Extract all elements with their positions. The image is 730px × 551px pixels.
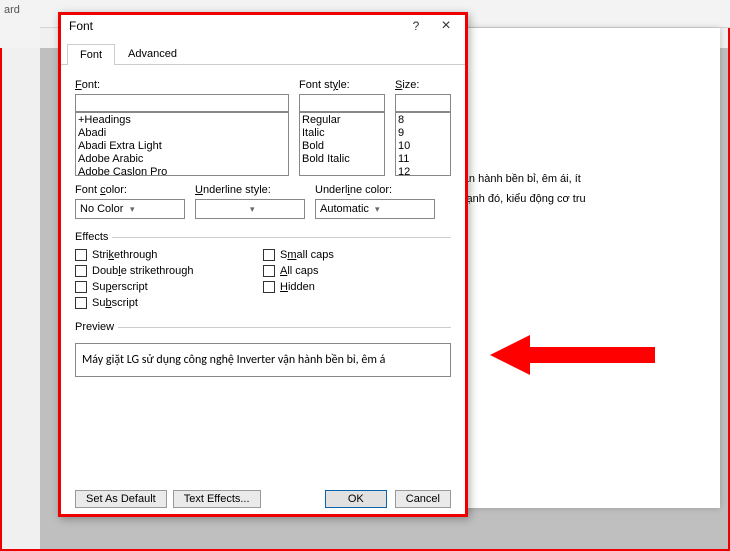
help-button[interactable]: ?	[401, 19, 431, 33]
tab-font[interactable]: Font	[67, 44, 115, 65]
list-item[interactable]: 12	[398, 166, 448, 176]
annotation-arrow-icon	[490, 330, 660, 380]
fontcolor-select[interactable]: No Color▾	[75, 199, 185, 219]
list-item[interactable]: Abadi Extra Light	[78, 140, 286, 153]
tab-advanced[interactable]: Advanced	[115, 43, 190, 64]
preview-box: Máy giặt LG sử dụng công nghệ Inverter v…	[75, 343, 451, 377]
titlebar: Font ? ×	[59, 13, 467, 39]
list-item[interactable]: Italic	[302, 127, 382, 140]
fontstyle-listbox[interactable]: RegularItalicBoldBold Italic	[299, 112, 385, 176]
close-button[interactable]: ×	[431, 17, 461, 35]
font-dialog: Font ? × Font Advanced Font: +HeadingsAb…	[58, 12, 468, 517]
list-item[interactable]: Adobe Caslon Pro	[78, 166, 286, 176]
ok-button[interactable]: OK	[325, 490, 387, 508]
list-item[interactable]: Regular	[302, 114, 382, 127]
fontstyle-label: Font style:	[299, 79, 385, 91]
superscript-checkbox[interactable]: Superscript	[75, 281, 263, 293]
text-effects-button[interactable]: Text Effects...	[173, 490, 261, 508]
list-item[interactable]: Bold Italic	[302, 153, 382, 166]
smallcaps-checkbox[interactable]: Small caps	[263, 249, 451, 261]
underlinecolor-value: Automatic	[320, 203, 375, 215]
button-row: Set As Default Text Effects... OK Cancel	[75, 490, 451, 508]
doc-text-1: vận hành bền bỉ, êm ái, ít	[454, 173, 581, 185]
ribbon-fragment: ard	[0, 0, 40, 48]
underlinestyle-select[interactable]: ▾	[195, 199, 305, 219]
hidden-checkbox[interactable]: Hidden	[263, 281, 451, 293]
list-item[interactable]: 9	[398, 127, 448, 140]
fontcolor-value: No Color	[80, 203, 130, 215]
list-item[interactable]: Adobe Arabic	[78, 153, 286, 166]
list-item[interactable]: 11	[398, 153, 448, 166]
list-item[interactable]: Abadi	[78, 127, 286, 140]
list-item[interactable]: +Headings	[78, 114, 286, 127]
list-item[interactable]: 10	[398, 140, 448, 153]
font-listbox[interactable]: +HeadingsAbadiAbadi Extra LightAdobe Ara…	[75, 112, 289, 176]
effects-group: Effects Strikethrough Double strikethrou…	[75, 231, 451, 309]
font-input[interactable]	[75, 94, 289, 112]
fontcolor-label: Font color:	[75, 184, 185, 196]
cancel-button[interactable]: Cancel	[395, 490, 451, 508]
list-item[interactable]: 8	[398, 114, 448, 127]
fontstyle-input[interactable]	[299, 94, 385, 112]
subscript-checkbox[interactable]: Subscript	[75, 297, 263, 309]
strikethrough-checkbox[interactable]: Strikethrough	[75, 249, 263, 261]
preview-group: Preview Máy giặt LG sử dụng công nghệ In…	[75, 321, 451, 377]
tabstrip: Font Advanced	[59, 39, 467, 65]
size-input[interactable]	[395, 94, 451, 112]
underlinecolor-select[interactable]: Automatic▾	[315, 199, 435, 219]
chevron-down-icon: ▾	[130, 204, 180, 215]
size-label: Size:	[395, 79, 451, 91]
effects-legend: Effects	[75, 231, 112, 243]
preview-legend: Preview	[75, 321, 118, 333]
chevron-down-icon: ▾	[375, 204, 430, 215]
underlinecolor-label: Underline color:	[315, 184, 435, 196]
list-item[interactable]: Bold	[302, 140, 382, 153]
dialog-title: Font	[69, 19, 401, 33]
chevron-down-icon: ▾	[250, 204, 300, 215]
double-strikethrough-checkbox[interactable]: Double strikethrough	[75, 265, 263, 277]
font-label: Font:	[75, 79, 289, 91]
allcaps-checkbox[interactable]: All caps	[263, 265, 451, 277]
size-listbox[interactable]: 89101112	[395, 112, 451, 176]
underlinestyle-label: Underline style:	[195, 184, 305, 196]
set-default-button[interactable]: Set As Default	[75, 490, 167, 508]
